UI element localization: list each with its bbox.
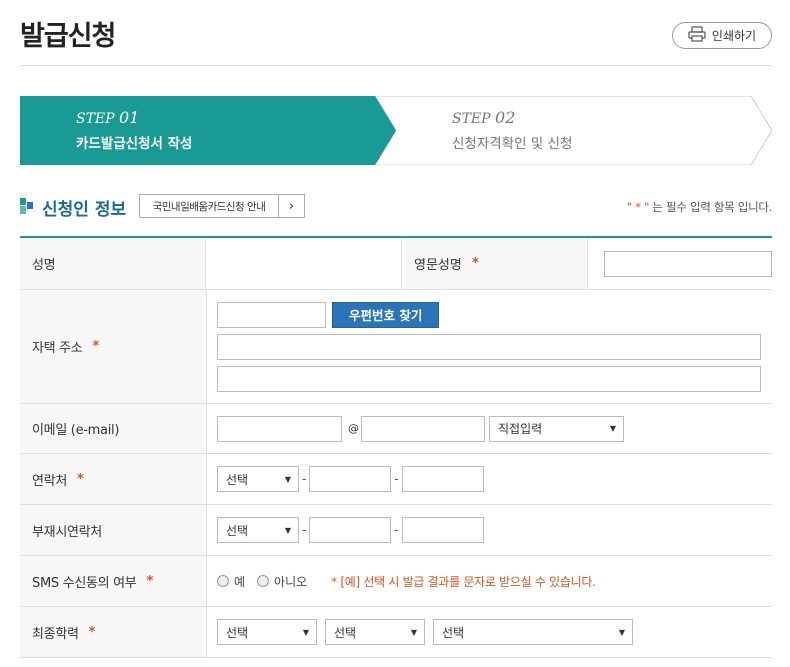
dropdown-arrow-icon: ▼: [284, 525, 291, 535]
education-level-select[interactable]: 선택 ▼: [217, 619, 317, 645]
absent-phone-last-input[interactable]: [401, 517, 484, 543]
education-status-select[interactable]: 선택 ▼: [325, 619, 425, 645]
email-domain-select[interactable]: 직접입력 ▼: [489, 415, 624, 442]
sms-label: SMS 수신동의 여부: [32, 575, 137, 591]
step-1-label: 카드발급신청서 작성: [76, 136, 193, 152]
at-sign: @: [348, 422, 359, 435]
name-value: [206, 238, 395, 289]
chevron-right-icon: ›: [278, 195, 304, 217]
email-label: 이메일 (e-mail): [20, 404, 207, 453]
table-row: 최종학력 * 선택 ▼ 선택 ▼ 선택 ▼: [20, 607, 772, 658]
table-row: 성명 영문성명 *: [20, 238, 772, 290]
absent-phone-middle-input[interactable]: [309, 517, 392, 543]
step-2: STEP 02 신청자격확인 및 신청: [452, 108, 573, 152]
card-guide-label: 국민내일배움카드신청 안내: [152, 200, 266, 213]
sms-note: * [예] 선택 시 발급 결과를 문자로 받으실 수 있습니다.: [331, 574, 596, 589]
absent-phone-label: 부재시연락처: [20, 505, 207, 555]
printer-icon: [688, 26, 706, 45]
card-guide-button[interactable]: 국민내일배움카드신청 안내 ›: [139, 194, 305, 218]
sms-no-radio[interactable]: 아니오: [257, 573, 307, 590]
phone-last-input[interactable]: [401, 466, 484, 492]
address-line1-input[interactable]: [217, 333, 761, 360]
sms-yes-radio[interactable]: 예: [217, 573, 245, 590]
dropdown-arrow-icon: ▼: [609, 424, 616, 433]
dropdown-arrow-icon: ▼: [284, 474, 291, 484]
title-divider: [20, 65, 772, 66]
page-title: 발급신청: [20, 21, 116, 52]
dropdown-arrow-icon: ▼: [618, 627, 625, 637]
print-button[interactable]: 인쇄하기: [672, 22, 772, 49]
email-id-input[interactable]: [217, 415, 342, 442]
table-row: 연락처 * 선택 ▼ - -: [20, 454, 772, 505]
step-1: STEP 01 카드발급신청서 작성: [76, 108, 193, 152]
table-row: 부재시연락처 선택 ▼ - -: [20, 505, 772, 556]
dropdown-arrow-icon: ▼: [302, 627, 309, 637]
eng-name-header: 영문성명 *: [401, 238, 588, 289]
email-domain-input[interactable]: [361, 415, 485, 442]
education-major-select[interactable]: 선택 ▼: [433, 619, 633, 645]
address-label: 자택 주소: [32, 341, 83, 356]
section-title: 신청인 정보: [42, 200, 127, 220]
table-row: 자택 주소 * 우편번호 찾기: [20, 290, 772, 404]
address-line2-input[interactable]: [217, 365, 761, 392]
step-indicator: STEP 01 카드발급신청서 작성 STEP 02 신청자격확인 및 신청: [20, 96, 772, 165]
section-bullet-icon: [20, 198, 33, 214]
applicant-form: 성명 영문성명 * 자택 주소 * 우편번호 찾기 이메일 (e-mail) @ 직…: [20, 236, 772, 658]
required-mark: *: [471, 256, 479, 271]
table-row: 이메일 (e-mail) @ 직접입력 ▼: [20, 404, 772, 454]
name-label: 성명: [20, 238, 206, 289]
phone-prefix-select[interactable]: 선택 ▼: [217, 466, 299, 492]
zipcode-search-button[interactable]: 우편번호 찾기: [332, 301, 440, 328]
phone-label: 연락처: [32, 473, 67, 489]
eng-name-input[interactable]: [604, 250, 772, 277]
print-label: 인쇄하기: [711, 29, 757, 43]
step-2-label: 신청자격확인 및 신청: [452, 136, 573, 152]
zipcode-input[interactable]: [217, 301, 326, 328]
required-note: " * " 는 필수 입력 항목 입니다.: [626, 200, 772, 214]
absent-phone-prefix-select[interactable]: 선택 ▼: [217, 517, 299, 543]
dropdown-arrow-icon: ▼: [410, 627, 417, 637]
phone-middle-input[interactable]: [309, 466, 392, 492]
education-label: 최종학력: [32, 626, 79, 642]
table-row: SMS 수신동의 여부 * 예 아니오 * [예] 선택 시 발급 결과를 문자로…: [20, 556, 772, 607]
